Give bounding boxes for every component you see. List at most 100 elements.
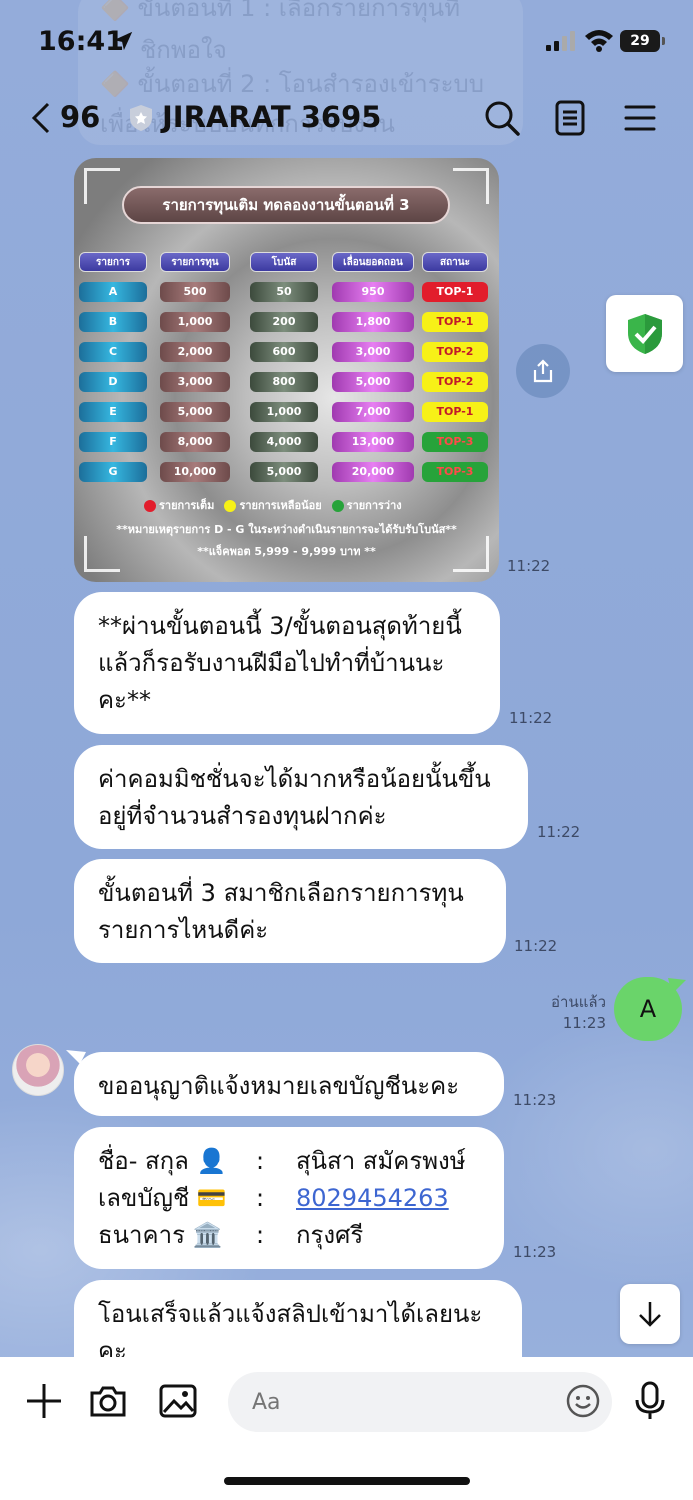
timestamp: 11:22: [509, 709, 553, 727]
poster-cell-item: C: [79, 342, 147, 362]
message-bubble[interactable]: ขออนุญาติแจ้งหมายเลขบัญชีนะคะ: [74, 1052, 504, 1116]
message-bubble[interactable]: ขั้นตอนที่ 3 สมาชิกเลือกรายการทุน รายการ…: [74, 859, 506, 963]
poster-cell-status: TOP-2: [422, 372, 488, 392]
poster-header-cell: โบนัส: [250, 252, 318, 272]
poster-cell-bonus: 600: [250, 342, 318, 362]
account-name-label: ชื่อ- สกุล 👤: [98, 1147, 227, 1175]
poster-title: รายการทุนเติม ทดลองงานขั้นตอนที่ 3: [122, 186, 450, 224]
poster-header-cell: รายการทุน: [160, 252, 230, 272]
poster-cell-capital: 3,000: [160, 372, 230, 392]
account-name-value: สุนิสา สมัครพงษ์: [296, 1147, 466, 1175]
timestamp: 11:23: [562, 1014, 606, 1032]
scroll-to-bottom-button[interactable]: [620, 1284, 680, 1344]
shield-check-icon: [627, 313, 662, 354]
poster-cell-withdraw: 20,000: [332, 462, 414, 482]
verified-shield-icon: [130, 105, 152, 131]
unread-count[interactable]: 96: [60, 100, 100, 134]
poster-cell-bonus: 50: [250, 282, 318, 302]
poster-cell-capital: 10,000: [160, 462, 230, 482]
poster-cell-status: TOP-3: [422, 432, 488, 452]
separator: :: [256, 1221, 265, 1249]
poster-header-cell: สถานะ: [422, 252, 488, 272]
poster-cell-capital: 2,000: [160, 342, 230, 362]
frame-corner: [84, 168, 120, 204]
battery-icon: 29: [620, 30, 665, 52]
message-text: อยู่ที่จำนวนสำรองทุนฝากค่ะ: [98, 802, 387, 830]
avatar[interactable]: [12, 1044, 64, 1096]
legend-full: รายการเต็ม: [159, 499, 215, 512]
microphone-icon[interactable]: [630, 1381, 670, 1421]
poster-cell-status: TOP-3: [422, 462, 488, 482]
poster-legend: รายการเต็ม รายการเหลือน้อย รายการว่าง: [144, 496, 402, 514]
share-icon: [533, 359, 553, 383]
poster-cell-withdraw: 950: [332, 282, 414, 302]
menu-icon[interactable]: [620, 98, 660, 138]
message-text: ค่าคอมมิชชั่นจะได้มากหรือน้อยนั้นขึ้น: [98, 765, 491, 793]
chat-header: 96 JIRARAT 3695: [0, 90, 693, 146]
poster-cell-withdraw: 1,800: [332, 312, 414, 332]
safety-check-button[interactable]: [606, 295, 683, 372]
poster-cell-status: TOP-1: [422, 282, 488, 302]
search-icon[interactable]: [482, 98, 522, 138]
message-input[interactable]: [228, 1372, 612, 1432]
message-text: A: [639, 995, 657, 1023]
plus-icon[interactable]: [24, 1381, 64, 1421]
chat-title: JIRARAT 3695: [162, 100, 382, 134]
arrow-down-icon: [639, 1302, 661, 1327]
message-bubble[interactable]: **ผ่านขั้นตอนนี้ 3/ขั้นตอนสุดท้ายนี้ แล้…: [74, 592, 500, 734]
poster-cell-item: F: [79, 432, 147, 452]
account-number-link[interactable]: 8029454263: [296, 1180, 480, 1217]
location-arrow-icon: [113, 31, 133, 51]
poster-header-cell: เลื่อนยอดถอน: [332, 252, 414, 272]
back-icon[interactable]: [30, 102, 54, 134]
share-button[interactable]: [516, 344, 570, 398]
poster-cell-capital: 1,000: [160, 312, 230, 332]
message-text: โอนเสร็จแล้วแจ้งสลิปเข้ามาได้เลยนะ: [98, 1300, 483, 1328]
account-info-bubble[interactable]: ชื่อ- สกุล 👤 : สุนิสา สมัครพงษ์ เลขบัญชี…: [74, 1127, 504, 1269]
poster-cell-capital: 8,000: [160, 432, 230, 452]
read-receipt: อ่านแล้ว 11:23: [530, 992, 606, 1034]
bank-label: ธนาคาร 🏛️: [98, 1221, 223, 1249]
timestamp: 11:22: [537, 823, 581, 841]
wifi-icon: [585, 30, 613, 52]
poster-cell-withdraw: 3,000: [332, 342, 414, 362]
frame-corner: [453, 168, 489, 204]
poster-cell-bonus: 1,000: [250, 402, 318, 422]
timestamp: 11:22: [514, 937, 558, 955]
camera-icon[interactable]: [88, 1381, 128, 1421]
poster-cell-status: TOP-1: [422, 312, 488, 332]
emoji-icon[interactable]: [565, 1383, 601, 1419]
message-bubble[interactable]: ค่าคอมมิชชั่นจะได้มากหรือน้อยนั้นขึ้น อย…: [74, 745, 528, 849]
poster-cell-bonus: 800: [250, 372, 318, 392]
bank-value: กรุงศรี: [296, 1221, 364, 1249]
signal-icon: [546, 31, 575, 51]
timestamp: 11:22: [507, 557, 551, 575]
poster-jackpot: **แจ็คพอต 5,999 - 9,999 บาท **: [197, 545, 376, 558]
poster-cell-bonus: 4,000: [250, 432, 318, 452]
legend-few: รายการเหลือน้อย: [239, 499, 322, 512]
message-text: ขออนุญาติแจ้งหมายเลขบัญชีนะคะ: [98, 1072, 460, 1100]
poster-cell-status: TOP-2: [422, 342, 488, 362]
poster-cell-item: A: [79, 282, 147, 302]
message-text: ขั้นตอนที่ 3 สมาชิกเลือกรายการทุน: [98, 879, 464, 907]
home-indicator: [224, 1477, 470, 1485]
message-text: รายการไหนดีค่ะ: [98, 916, 269, 944]
poster-cell-capital: 5,000: [160, 402, 230, 422]
poster-cell-item: G: [79, 462, 147, 482]
separator: :: [256, 1184, 265, 1212]
account-number-label: เลขบัญชี 💳: [98, 1184, 227, 1212]
poster-cell-capital: 500: [160, 282, 230, 302]
separator: :: [256, 1147, 265, 1175]
poster-cell-withdraw: 5,000: [332, 372, 414, 392]
message-text: คะ**: [98, 686, 151, 714]
poster-cell-item: D: [79, 372, 147, 392]
image-message[interactable]: รายการทุนเติม ทดลองงานขั้นตอนที่ 3 รายกา…: [74, 158, 499, 582]
bubble-tail: [668, 978, 686, 994]
poster-cell-item: B: [79, 312, 147, 332]
timestamp: 11:23: [513, 1243, 557, 1261]
poster-cell-bonus: 200: [250, 312, 318, 332]
message-text: แล้วก็รอรับงานฝีมือไปทำที่บ้านนะ: [98, 649, 445, 677]
poster-cell-withdraw: 13,000: [332, 432, 414, 452]
image-gallery-icon[interactable]: [158, 1381, 198, 1421]
notes-icon[interactable]: [550, 98, 590, 138]
